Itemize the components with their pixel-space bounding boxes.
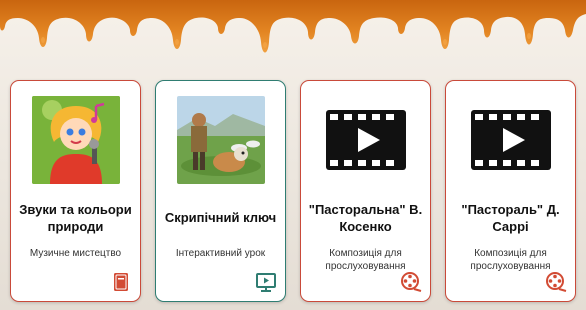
lesson-card-pastoral-kosenko[interactable]: "Пасторальна" В. Косенко Композиція для … <box>300 80 431 302</box>
honey-drip-banner <box>0 0 586 53</box>
singing-girl-illustration <box>31 96 120 184</box>
lesson-card-sounds-colors[interactable]: Звуки та кольори природи Музичне мистецт… <box>10 80 141 302</box>
video-film-icon <box>466 96 555 184</box>
card-title: Звуки та кольори природи <box>19 202 132 234</box>
presentation-icon <box>256 273 276 292</box>
lesson-card-pastoral-sarri[interactable]: "Пастораль" Д. Саррі Композиція для прос… <box>445 80 576 302</box>
card-subtitle: Композиція для прослуховування <box>470 248 551 272</box>
lesson-card-treble-clef[interactable]: Скрипічний ключ Інтерактивний урок <box>155 80 286 302</box>
card-subtitle: Інтерактивний урок <box>175 248 266 259</box>
book-icon <box>114 273 128 291</box>
film-reel-icon <box>546 272 567 292</box>
card-title: Скрипічний ключ <box>164 210 277 225</box>
card-title: "Пасторальна" В. Косенко <box>308 202 423 234</box>
card-title: "Пастораль" Д. Саррі <box>461 202 560 234</box>
video-film-icon <box>321 96 410 184</box>
card-subtitle: Композиція для прослуховування <box>325 248 406 272</box>
shepherd-boy-dog-photo <box>176 96 265 184</box>
lesson-cards: Звуки та кольори природи Музичне мистецт… <box>10 80 576 306</box>
film-reel-icon <box>401 272 422 292</box>
card-subtitle: Музичне мистецтво <box>29 248 122 259</box>
